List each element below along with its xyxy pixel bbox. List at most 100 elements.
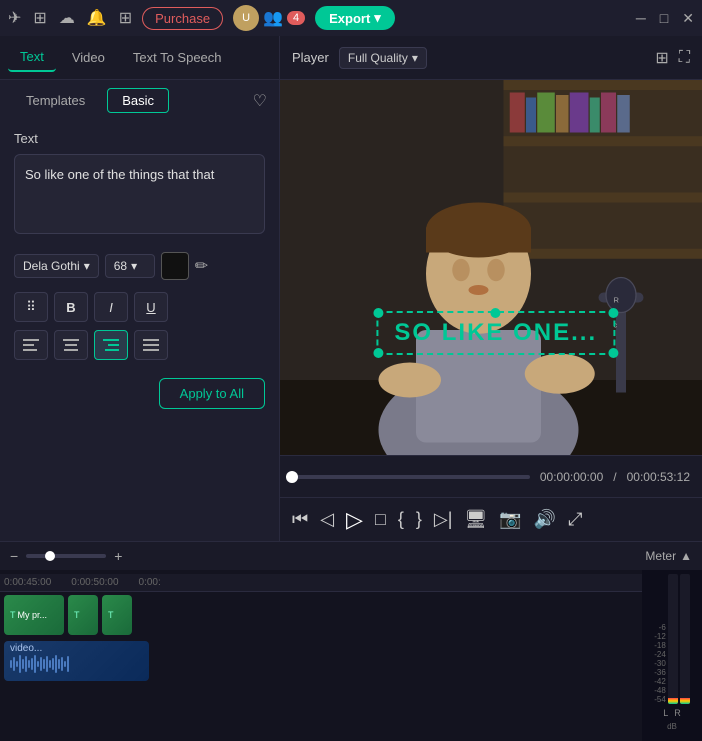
bottom-area: − + Meter ▲ 0:00:45:00 0:00:50:00 0:00: … [0, 541, 702, 741]
track-row-video: video... [0, 638, 642, 684]
style-row: ⠿ B I U [0, 288, 279, 326]
camera-icon[interactable]: 📷 [499, 509, 521, 530]
title-bar: ✈ ⊞ ☁ 🔔 ⊞ Purchase U 👥 4 Export ▾ ─ □ ✕ [0, 0, 702, 36]
cloud-icon[interactable]: ☁ [59, 8, 75, 28]
meter-col-l [668, 574, 678, 704]
play-button[interactable]: ▷ [346, 507, 363, 533]
underline-button[interactable]: U [134, 292, 168, 322]
video-scene: R e c [280, 80, 702, 455]
meter-val-6: -36 [654, 669, 666, 677]
spacing-button[interactable]: ⠿ [14, 292, 48, 322]
current-time: 00:00:00:00 [540, 470, 603, 484]
handle-br[interactable] [608, 348, 618, 358]
clip-text-2[interactable]: T [68, 595, 98, 635]
monitor-icon[interactable]: 🖥 [464, 509, 487, 530]
font-chevron-icon: ▾ [84, 259, 90, 273]
apps-icon[interactable]: ⊞ [119, 8, 132, 28]
timeline-track[interactable] [292, 475, 530, 479]
meter-val-7: -42 [654, 678, 666, 686]
step-back-button[interactable]: ◁ [320, 509, 334, 530]
audio-icon[interactable]: 🔊 [534, 509, 556, 530]
wave-bar [22, 659, 24, 669]
volume-knob [45, 551, 55, 561]
mark-out-button[interactable]: } [416, 509, 422, 530]
track-content: 0:00:45:00 0:00:50:00 0:00: T My pr... T… [0, 570, 642, 741]
italic-button[interactable]: I [94, 292, 128, 322]
color-swatch[interactable] [161, 252, 189, 280]
volume-minus-icon[interactable]: − [10, 548, 18, 564]
meter-val-9: -54 [654, 696, 666, 704]
clip-text-1[interactable]: T My pr... [4, 595, 64, 635]
handle-tr[interactable] [608, 308, 618, 318]
restore-button[interactable]: □ [660, 10, 668, 26]
wave-bar [49, 660, 51, 668]
align-right-button[interactable] [94, 330, 128, 360]
close-button[interactable]: ✕ [682, 10, 694, 27]
fullscreen-icon[interactable]: ⛶ [679, 49, 690, 67]
avatar: U [233, 5, 259, 31]
export-button[interactable]: Export ▾ [315, 6, 395, 30]
volume-plus-icon[interactable]: + [114, 548, 122, 564]
settings-icon[interactable]: ⤢ [568, 509, 582, 530]
purchase-button[interactable]: Purchase [142, 7, 223, 30]
sub-tab-templates[interactable]: Templates [12, 89, 99, 112]
ruler-mark-2: 0:00:50:00 [71, 577, 118, 588]
clip-text-3[interactable]: T [102, 595, 132, 635]
align-row [0, 326, 279, 370]
title-bar-icons: ✈ ⊞ ☁ 🔔 ⊞ [8, 8, 132, 28]
grid-icon[interactable]: ⊞ [33, 8, 46, 28]
eyedropper-icon[interactable]: ✏ [195, 256, 208, 276]
handle-tc[interactable] [491, 308, 501, 318]
quality-chevron-icon: ▾ [412, 51, 418, 65]
meter-lr-labels: L R [663, 708, 681, 718]
handle-tl[interactable] [373, 308, 383, 318]
wave-bar [40, 657, 42, 671]
minimize-button[interactable]: ─ [636, 10, 646, 26]
text-label: Text [14, 131, 265, 146]
main-content: Text Video Text To Speech Templates Basi… [0, 36, 702, 541]
clip-label-1: T [10, 610, 16, 620]
avatar-area: U 👥 4 [233, 5, 305, 31]
wave-bar [31, 658, 33, 670]
tab-video[interactable]: Video [60, 44, 117, 71]
volume-slider[interactable] [26, 554, 106, 558]
align-center-button[interactable] [54, 330, 88, 360]
mark-in-button[interactable]: { [398, 509, 404, 530]
text-input-area[interactable]: So like one of the things that that [14, 154, 265, 234]
align-left-button[interactable] [14, 330, 48, 360]
video-text-overlay[interactable]: SO LIKE ONE... [376, 311, 615, 355]
meter-val-3: -18 [654, 642, 666, 650]
font-selector[interactable]: Dela Gothi ▾ [14, 254, 99, 278]
player-toolbar-right: ⊞ ⛶ [655, 48, 690, 68]
align-justify-button[interactable] [134, 330, 168, 360]
bold-button[interactable]: B [54, 292, 88, 322]
heart-icon[interactable]: ♡ [253, 91, 267, 111]
bell-icon[interactable]: 🔔 [87, 8, 107, 28]
export-chevron-icon: ▾ [374, 10, 381, 26]
send-icon[interactable]: ✈ [8, 8, 21, 28]
handle-bl[interactable] [373, 348, 383, 358]
quality-selector[interactable]: Full Quality ▾ [339, 47, 427, 69]
skip-back-button[interactable]: ⏮ [292, 509, 308, 530]
wave-bar [64, 661, 66, 667]
apply-to-all-button[interactable]: Apply to All [159, 378, 265, 409]
meter-chevron-icon: ▲ [680, 549, 692, 563]
db-label: dB [667, 722, 677, 731]
font-size: 68 [114, 259, 127, 273]
wave-bar [52, 658, 54, 670]
tab-text[interactable]: Text [8, 43, 56, 72]
tab-tts[interactable]: Text To Speech [121, 44, 234, 71]
layout-icon[interactable]: ⊞ [655, 48, 668, 68]
sub-tab-basic[interactable]: Basic [107, 88, 169, 113]
playhead[interactable] [286, 471, 298, 483]
clip-text-1-label: My pr... [18, 610, 48, 620]
stop-button[interactable]: □ [375, 509, 386, 530]
total-time: 00:00:53:12 [627, 470, 690, 484]
player-toolbar: Player Full Quality ▾ ⊞ ⛶ [280, 36, 702, 80]
insert-button[interactable]: ▷| [434, 509, 453, 530]
clip-video-1[interactable]: video... [4, 641, 149, 681]
meter-r-label: R [674, 708, 681, 718]
meter-val-4: -24 [654, 651, 666, 659]
size-selector[interactable]: 68 ▾ [105, 254, 155, 278]
meter-val-2: -12 [654, 633, 666, 641]
